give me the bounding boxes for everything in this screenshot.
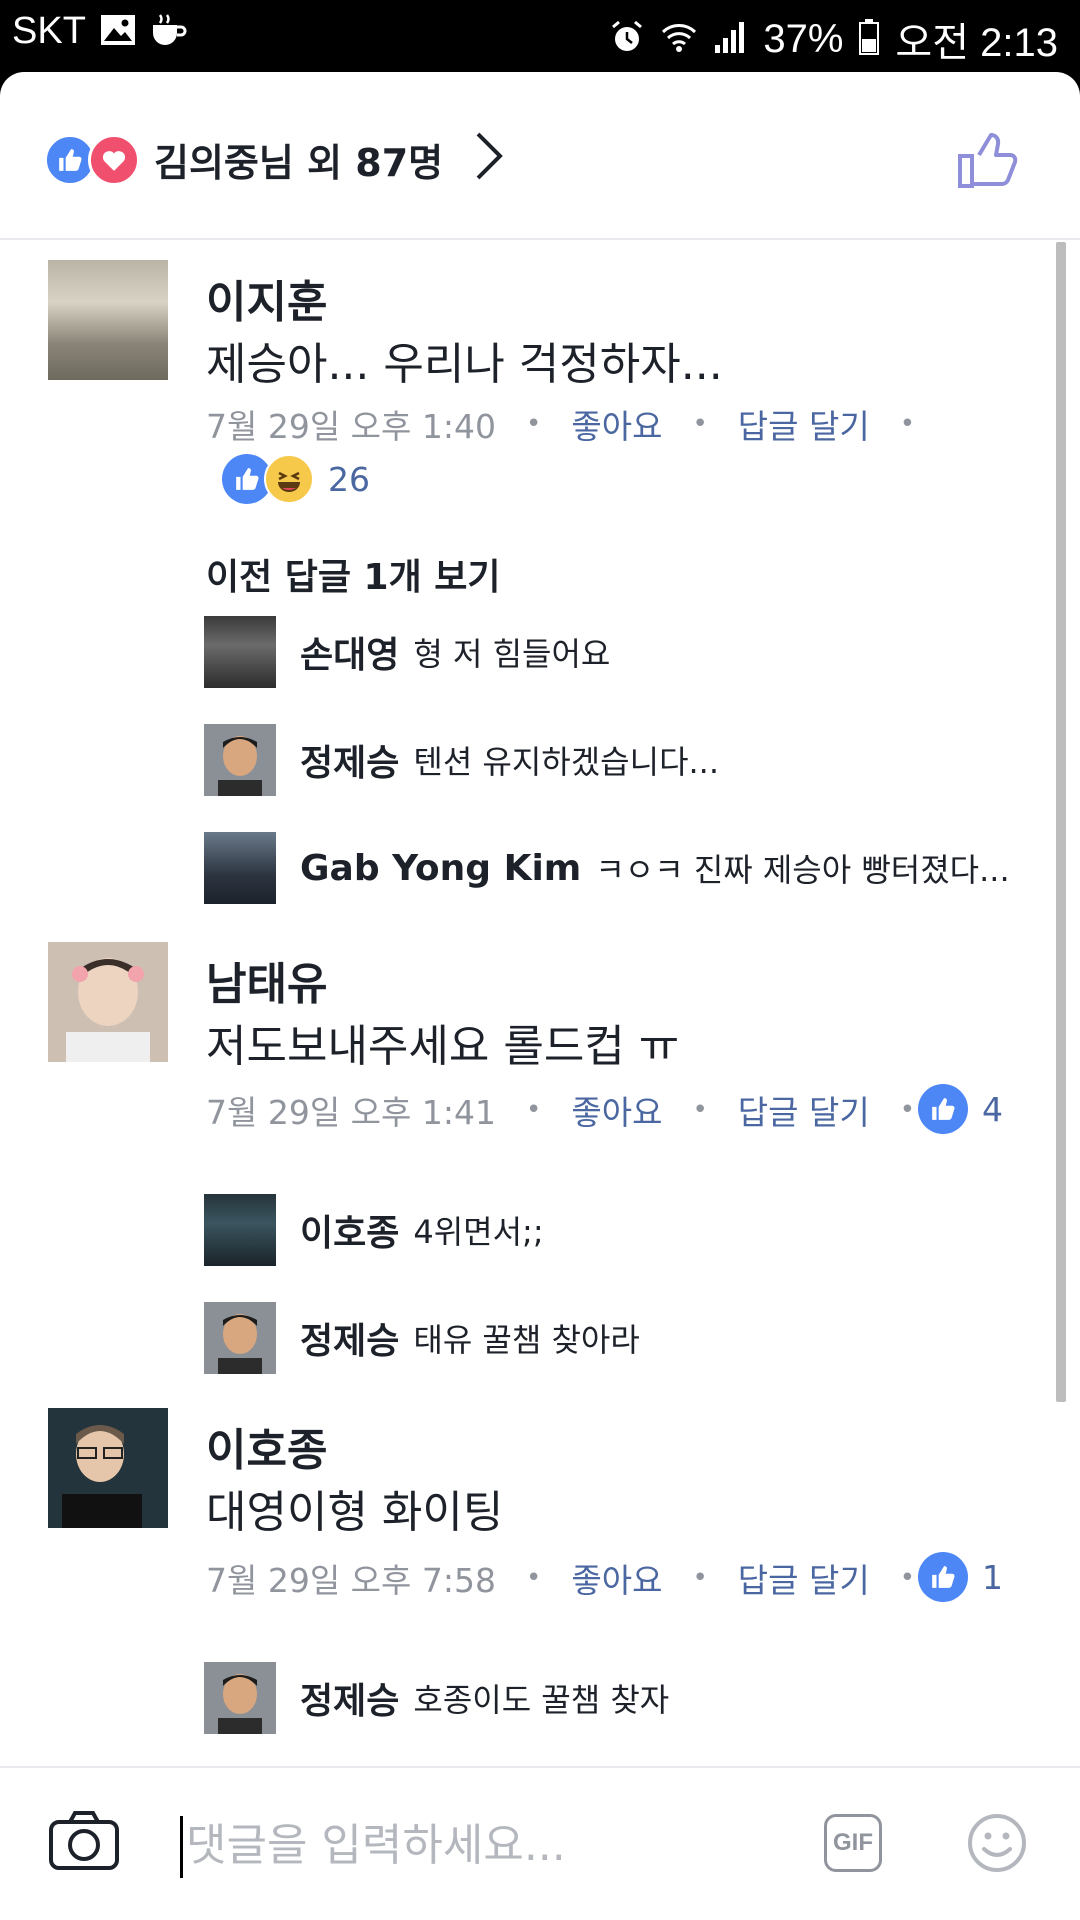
reply-author[interactable]: 정제승 [300, 1312, 399, 1364]
comment-text: 제승아... 우리나 걱정하자... [206, 339, 723, 390]
avatar[interactable] [204, 1662, 276, 1734]
emoji-icon[interactable] [966, 1812, 1028, 1878]
like-reaction-icon [918, 1552, 968, 1602]
reply-text: 텐션 유지하겠습니다... [413, 743, 720, 781]
reply-author[interactable]: 정제승 [300, 734, 399, 786]
avatar[interactable] [204, 832, 276, 904]
reply-link[interactable]: 답글 달기 [738, 1554, 870, 1602]
reaction-count: 4 [982, 1089, 1003, 1129]
gif-button[interactable]: GIF [824, 1814, 882, 1872]
reply-item: 이호종 4위면서;; [204, 1194, 544, 1266]
love-reaction-icon [88, 134, 140, 186]
carrier-label: SKT [12, 10, 86, 52]
avatar[interactable] [48, 942, 168, 1062]
reply-author[interactable]: 이호종 [300, 1204, 399, 1256]
reply-author[interactable]: 정제승 [300, 1672, 399, 1724]
view-previous-replies-link[interactable]: 이전 답글 1개 보기 [206, 548, 501, 600]
comment-reactions[interactable]: 1 [918, 1552, 1003, 1602]
reply-text: 호종이도 꿀챔 찾자 [413, 1681, 670, 1719]
reply-author[interactable]: Gab Yong Kim [300, 848, 581, 889]
reply-item: 정제승 호종이도 꿀챔 찾자 [204, 1662, 669, 1734]
avatar[interactable] [204, 616, 276, 688]
comment-meta: 7월 29일 오후 1:41 • 좋아요 • 답글 달기 • [206, 1086, 945, 1134]
reactions-summary[interactable]: 김의중님 외 87명 [0, 72, 1080, 240]
comment-meta: 7월 29일 오후 7:58 • 좋아요 • 답글 달기 • [206, 1554, 945, 1602]
reply-item: 정제승 텐션 유지하겠습니다... [204, 724, 719, 796]
battery-icon [859, 19, 880, 59]
reply-text: 태유 꿀챔 찾아라 [413, 1321, 640, 1359]
comment-text: 대영이형 화이팅 [206, 1487, 504, 1538]
reply-item: 정제승 태유 꿀챔 찾아라 [204, 1302, 640, 1374]
coffee-icon [150, 13, 188, 51]
like-comment-link[interactable]: 좋아요 [571, 1554, 662, 1602]
comment-meta: 7월 29일 오후 1:40 • 좋아요 • 답글 달기 • [206, 400, 945, 448]
reaction-count: 1 [982, 1557, 1003, 1597]
reply-item: 손대영 형 저 힘들어요 [204, 616, 610, 688]
reaction-icons [44, 134, 144, 186]
reply-item: Gab Yong Kim ㅋㅇㅋ 진짜 제승아 빵터졌다... [204, 832, 1010, 904]
comment-author[interactable]: 남태유 [206, 948, 327, 1012]
reply-link[interactable]: 답글 달기 [738, 400, 870, 448]
comment-author[interactable]: 이호종 [206, 1414, 327, 1478]
text-caret [180, 1816, 183, 1878]
comment-time: 7월 29일 오후 1:40 [206, 407, 497, 446]
signal-icon [713, 21, 747, 57]
reaction-count: 26 [328, 459, 370, 499]
avatar[interactable] [204, 1302, 276, 1374]
reactors-label: 김의중님 외 87명 [154, 141, 444, 185]
comment-reactions[interactable]: 26 [222, 454, 370, 504]
comments-sheet: 김의중님 외 87명 이지훈 제승아... 우리나 걱정하자... 7월 29일… [0, 72, 1080, 1920]
status-bar: SKT 37% 오전 2:13 [0, 0, 1080, 72]
reply-text: 4위면서;; [413, 1213, 544, 1251]
scrollbar[interactable] [1056, 242, 1066, 1402]
battery-percent: 37% [763, 16, 844, 61]
avatar[interactable] [204, 724, 276, 796]
reply-text: 형 저 힘들어요 [413, 635, 611, 673]
comment-reactions[interactable]: 4 [918, 1084, 1003, 1134]
comment-time: 7월 29일 오후 7:58 [206, 1561, 497, 1600]
clock: 오전 2:13 [895, 21, 1058, 65]
comment-author[interactable]: 이지훈 [206, 266, 327, 330]
chevron-right-icon [472, 128, 506, 188]
reply-link[interactable]: 답글 달기 [738, 1086, 870, 1134]
reply-author[interactable]: 손대영 [300, 626, 399, 678]
avatar[interactable] [48, 1408, 168, 1528]
reply-text: ㅋㅇㅋ 진짜 제승아 빵터졌다... [595, 851, 1010, 889]
comment-composer: GIF [0, 1766, 1080, 1920]
camera-icon[interactable] [48, 1808, 120, 1876]
wifi-icon [661, 20, 697, 58]
like-comment-link[interactable]: 좋아요 [571, 400, 662, 448]
comment-text: 저도보내주세요 롤드컵 ㅠ [206, 1021, 680, 1072]
gallery-icon [100, 14, 136, 50]
like-post-button[interactable] [956, 128, 1020, 196]
avatar[interactable] [48, 260, 168, 380]
like-comment-link[interactable]: 좋아요 [571, 1086, 662, 1134]
haha-reaction-icon [264, 454, 314, 504]
like-reaction-icon [918, 1084, 968, 1134]
comment-input[interactable] [186, 1808, 746, 1882]
comment-time: 7월 29일 오후 1:41 [206, 1093, 497, 1132]
alarm-icon [609, 19, 645, 59]
avatar[interactable] [204, 1194, 276, 1266]
